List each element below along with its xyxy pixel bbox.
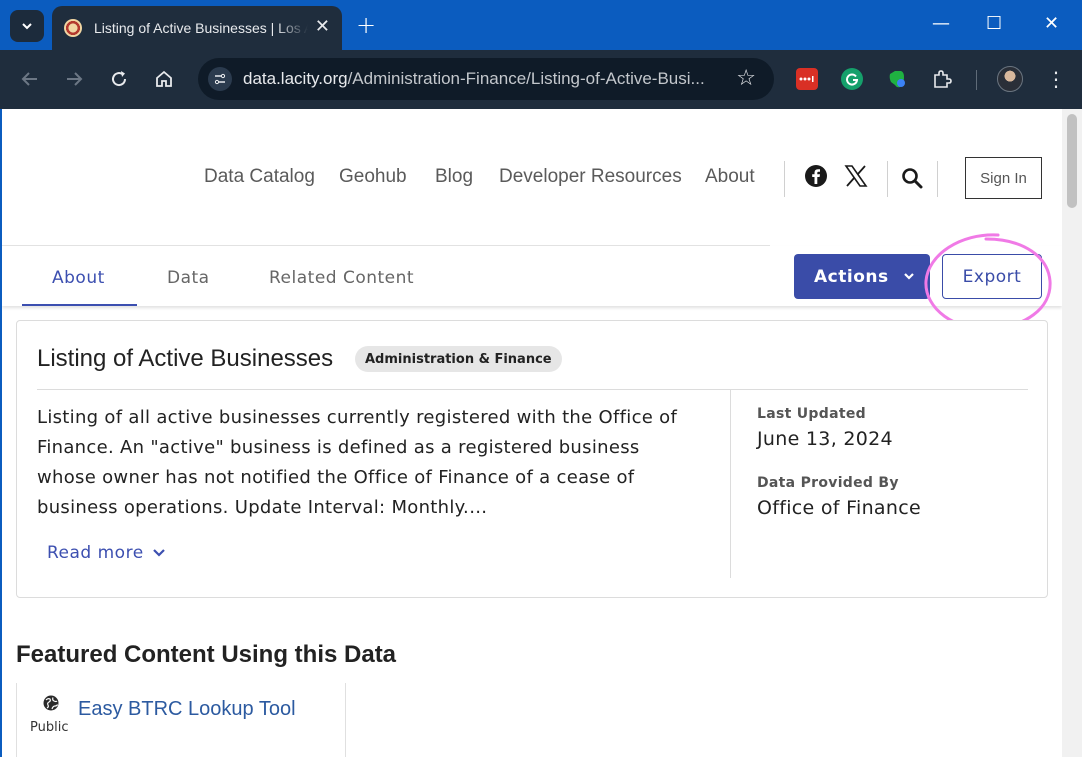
browser-menu-icon[interactable]: ⋮ bbox=[1046, 66, 1066, 92]
card-vertical-divider bbox=[730, 390, 731, 578]
maximize-button[interactable]: ☐ bbox=[986, 13, 1002, 35]
sign-in-button[interactable]: Sign In bbox=[965, 157, 1042, 199]
browser-titlebar: Listing of Active Businesses | Los Angel… bbox=[0, 0, 1082, 50]
site-settings-icon[interactable] bbox=[208, 67, 232, 91]
tab-data[interactable]: Data bbox=[167, 268, 210, 288]
profile-avatar[interactable] bbox=[997, 66, 1023, 92]
active-tab-indicator bbox=[22, 304, 137, 306]
nav-divider bbox=[784, 161, 785, 197]
browser-toolbar: data.lacity.org/Administration-Finance/L… bbox=[0, 50, 1082, 109]
nav-link-data-catalog[interactable]: Data Catalog bbox=[204, 166, 315, 188]
forward-button[interactable] bbox=[62, 67, 86, 91]
last-updated-label: Last Updated bbox=[757, 406, 866, 422]
export-button[interactable]: Export bbox=[942, 254, 1042, 299]
nav-link-about[interactable]: About bbox=[705, 166, 755, 188]
la-seal-favicon-icon bbox=[64, 19, 82, 37]
nav-divider bbox=[937, 161, 938, 197]
facebook-icon[interactable] bbox=[804, 164, 828, 188]
provided-by-label: Data Provided By bbox=[757, 475, 899, 491]
featured-content-heading: Featured Content Using this Data bbox=[16, 641, 397, 668]
tab-search-button[interactable] bbox=[10, 10, 44, 42]
dataset-description: Listing of all active businesses current… bbox=[37, 407, 678, 518]
visibility-label: Public bbox=[30, 720, 69, 735]
chevron-down-icon bbox=[152, 549, 165, 557]
browser-tab-active[interactable]: Listing of Active Businesses | Los Angel… bbox=[52, 6, 342, 50]
address-bar[interactable]: data.lacity.org/Administration-Finance/L… bbox=[198, 58, 774, 100]
category-badge[interactable]: Administration & Finance bbox=[355, 346, 562, 372]
nav-link-developer-resources[interactable]: Developer Resources bbox=[499, 166, 682, 188]
lastpass-extension-icon[interactable] bbox=[796, 68, 818, 90]
minimize-button[interactable]: — bbox=[932, 13, 950, 35]
tab-about[interactable]: About bbox=[52, 268, 105, 288]
tab-title: Listing of Active Businesses | Los Angel… bbox=[94, 20, 308, 36]
close-tab-icon[interactable]: ✕ bbox=[315, 18, 330, 36]
chevron-down-icon bbox=[22, 23, 32, 30]
chevron-down-icon bbox=[904, 273, 914, 280]
url-text: data.lacity.org/Administration-Finance/L… bbox=[243, 69, 705, 88]
toolbar-divider bbox=[976, 70, 977, 90]
home-icon bbox=[156, 70, 172, 87]
actions-dropdown-button[interactable]: Actions bbox=[794, 254, 930, 299]
reload-button[interactable] bbox=[107, 67, 131, 91]
nav-divider bbox=[887, 161, 888, 197]
search-icon[interactable] bbox=[901, 167, 923, 189]
featured-item-link[interactable]: Easy BTRC Lookup Tool bbox=[78, 698, 296, 721]
reload-icon bbox=[112, 71, 127, 87]
back-button[interactable] bbox=[18, 67, 42, 91]
site-header: Data Catalog Geohub Blog Developer Resou… bbox=[2, 109, 1062, 247]
dataset-title: Listing of Active Businesses bbox=[37, 345, 334, 372]
nav-link-blog[interactable]: Blog bbox=[435, 166, 473, 188]
globe-icon bbox=[43, 695, 59, 711]
grammarly-extension-icon[interactable] bbox=[841, 68, 863, 90]
page-viewport: Data Catalog Geohub Blog Developer Resou… bbox=[2, 109, 1062, 757]
close-window-button[interactable]: ✕ bbox=[1044, 13, 1059, 35]
arrow-right-icon bbox=[67, 72, 83, 86]
provided-by-value: Office of Finance bbox=[757, 497, 921, 519]
scrollbar-thumb[interactable] bbox=[1067, 114, 1077, 208]
read-more-label: Read more bbox=[47, 543, 144, 563]
last-updated-value: June 13, 2024 bbox=[757, 428, 893, 450]
dataset-summary-card: Listing of Active Businesses Administrat… bbox=[16, 320, 1048, 598]
new-tab-button[interactable]: + bbox=[356, 12, 376, 38]
evernote-extension-icon[interactable] bbox=[886, 68, 908, 90]
arrow-left-icon bbox=[21, 72, 37, 86]
page-scrollbar[interactable] bbox=[1062, 109, 1082, 757]
dataset-subnav: About Data Related Content Actions Expor… bbox=[2, 246, 1062, 306]
tab-related-content[interactable]: Related Content bbox=[269, 268, 414, 288]
nav-link-geohub[interactable]: Geohub bbox=[339, 166, 407, 188]
featured-content-card[interactable]: Public Easy BTRC Lookup Tool bbox=[16, 683, 346, 757]
bookmark-star-icon[interactable]: ☆ bbox=[736, 66, 756, 91]
home-button[interactable] bbox=[152, 67, 176, 91]
extensions-puzzle-icon[interactable] bbox=[931, 68, 953, 90]
x-twitter-icon[interactable] bbox=[844, 164, 868, 188]
card-divider bbox=[37, 389, 1028, 390]
actions-label: Actions bbox=[814, 266, 889, 287]
read-more-button[interactable]: Read more bbox=[47, 543, 166, 563]
